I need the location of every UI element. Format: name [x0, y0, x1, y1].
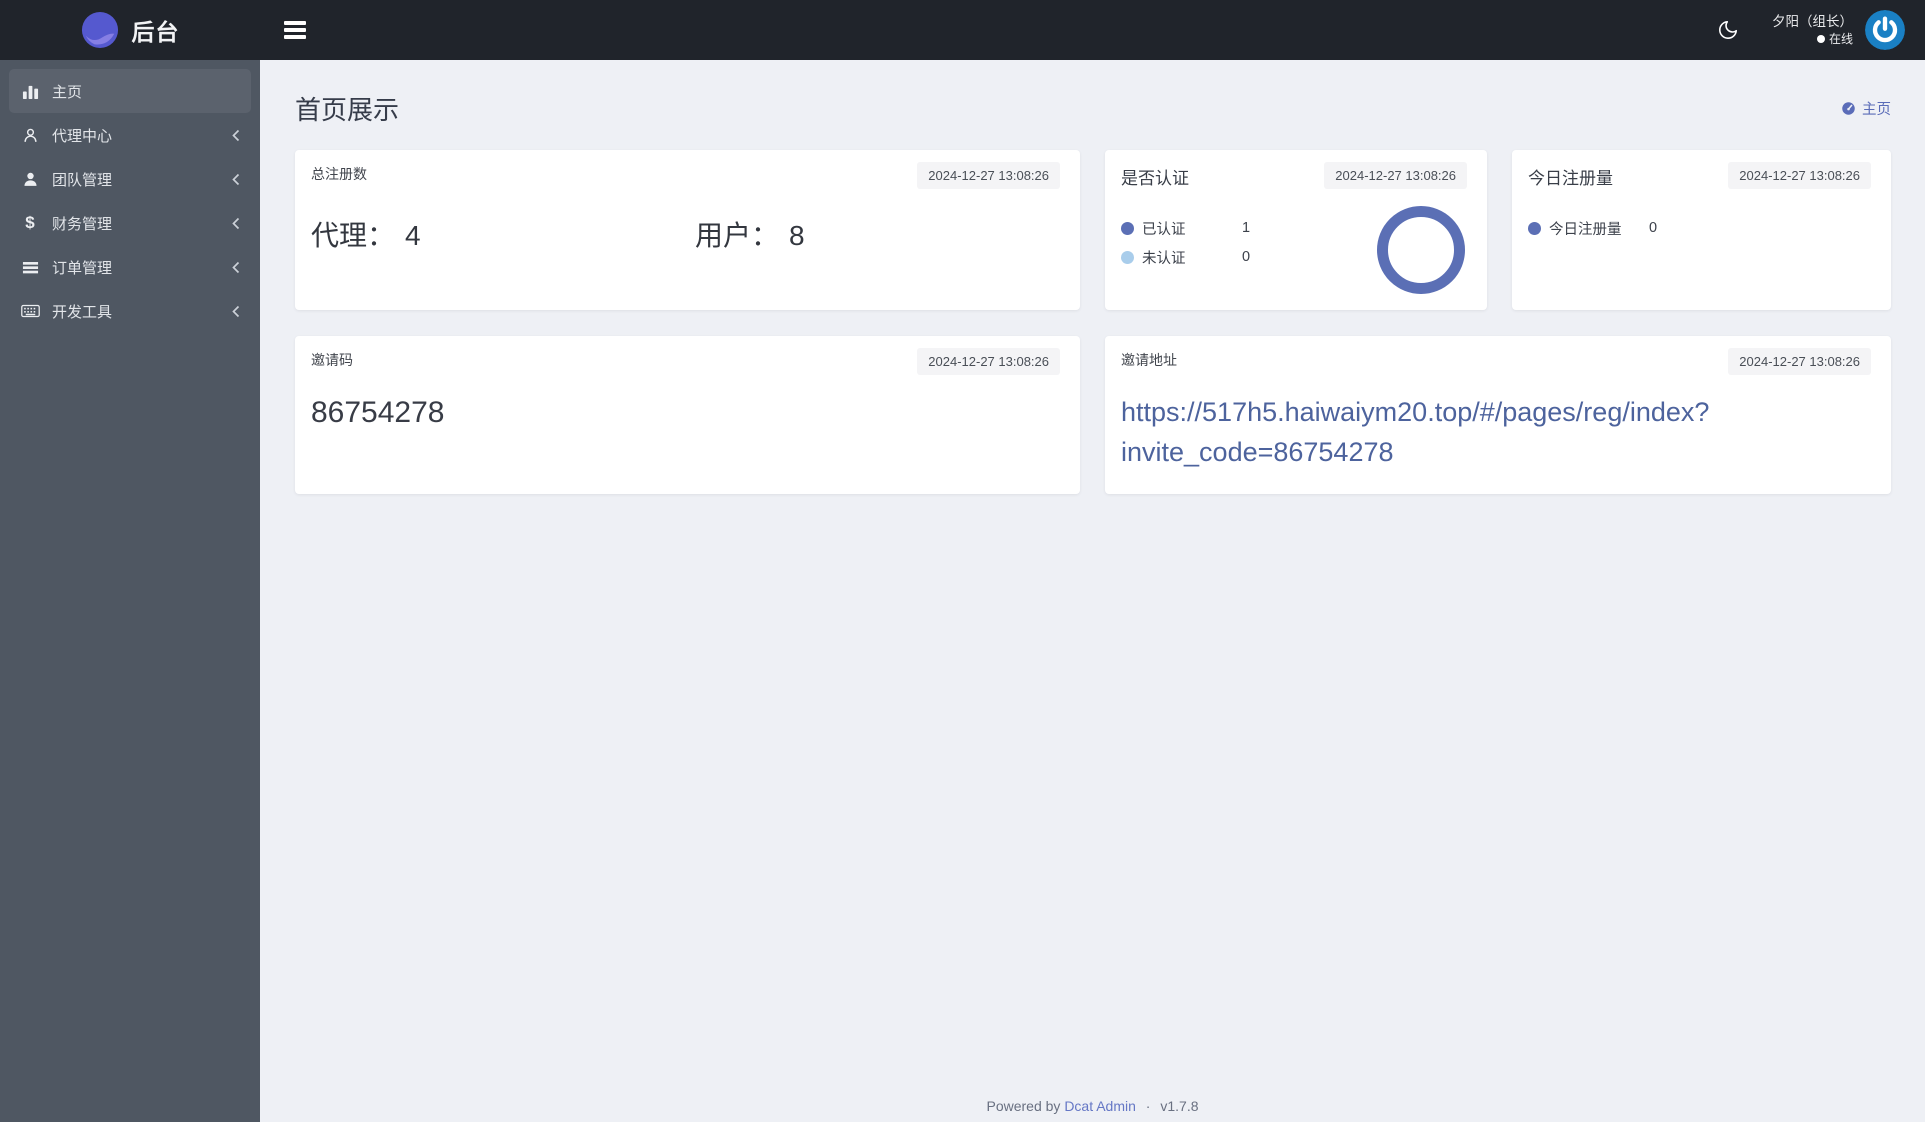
- chevron-left-icon: [232, 129, 240, 142]
- top-navbar: 后台 夕阳（组长） 在线: [0, 0, 1925, 60]
- chevron-left-icon: [232, 173, 240, 186]
- card-auth-status: 是否认证 2024-12-27 13:08:26 已认证 1 未认证 0: [1105, 150, 1487, 310]
- invite-code-value: 86754278: [311, 396, 445, 429]
- sidebar-item-order-management[interactable]: 订单管理: [0, 245, 260, 289]
- navbar-right: 夕阳（组长） 在线: [1706, 10, 1925, 50]
- bar-chart-icon: [20, 83, 40, 100]
- card-invite-code: 邀请码 2024-12-27 13:08:26 86754278: [295, 336, 1080, 494]
- cards-row-2: 邀请码 2024-12-27 13:08:26 86754278 邀请地址 20…: [295, 336, 1891, 494]
- cards-row-1: 总注册数 2024-12-27 13:08:26 代理： 4 用户： 8 是否认…: [295, 150, 1891, 310]
- sidebar-item-team-management[interactable]: 团队管理: [0, 157, 260, 201]
- footer-powered-text: Powered by: [986, 1098, 1061, 1114]
- dcat-admin-link[interactable]: Dcat Admin: [1064, 1098, 1136, 1114]
- online-status-dot-icon: [1816, 35, 1825, 43]
- chevron-left-icon: [232, 305, 240, 318]
- registration-stats: 代理： 4 用户： 8: [311, 214, 1064, 254]
- timestamp-badge: 2024-12-27 13:08:26: [917, 348, 1060, 375]
- sidebar-item-finance-management[interactable]: $ 财务管理: [0, 201, 260, 245]
- card-today-registrations: 今日注册量 2024-12-27 13:08:26 今日注册量 0: [1512, 150, 1891, 310]
- breadcrumb-home[interactable]: 主页: [1862, 98, 1891, 119]
- legend-dot-icon: [1528, 221, 1541, 235]
- legend-dot-icon: [1121, 221, 1134, 235]
- timestamp-badge: 2024-12-27 13:08:26: [917, 162, 1060, 189]
- footer-version: v1.7.8: [1160, 1098, 1199, 1114]
- chevron-left-icon: [232, 217, 240, 230]
- dashboard-icon: [1841, 101, 1856, 116]
- user-avatar[interactable]: [1865, 10, 1905, 50]
- auth-donut-chart: [1377, 206, 1465, 294]
- sidebar-item-agent-center[interactable]: 代理中心: [0, 113, 260, 157]
- page-title: 首页展示: [295, 95, 400, 125]
- app-logo-area[interactable]: 后台: [0, 0, 260, 60]
- user-name: 夕阳（组长）: [1772, 14, 1853, 29]
- page-header: 首页展示 主页: [295, 90, 1891, 127]
- footer: Powered by Dcat Admin · v1.7.8: [260, 1098, 1925, 1114]
- dark-mode-toggle[interactable]: [1706, 10, 1750, 50]
- card-invite-url: 邀请地址 2024-12-27 13:08:26 https://517h5.h…: [1105, 336, 1891, 494]
- list-icon: [20, 259, 40, 276]
- card-total-registrations: 总注册数 2024-12-27 13:08:26 代理： 4 用户： 8: [295, 150, 1080, 310]
- timestamp-badge: 2024-12-27 13:08:26: [1728, 348, 1871, 375]
- sidebar-toggle-button[interactable]: [284, 20, 310, 40]
- user-status: 在线: [1772, 31, 1853, 47]
- invite-url-link[interactable]: https://517h5.haiwaiym20.top/#/pages/reg…: [1121, 392, 1821, 472]
- app-title: 后台: [131, 19, 180, 45]
- legend-dot-icon: [1121, 250, 1134, 264]
- sidebar-item-home[interactable]: 主页: [9, 69, 251, 113]
- dollar-icon: $: [25, 213, 35, 232]
- breadcrumb[interactable]: 主页: [1841, 98, 1891, 119]
- today-legend: 今日注册量 0: [1528, 216, 1875, 240]
- legend-item-today: 今日注册量 0: [1528, 216, 1875, 240]
- footer-separator: ·: [1145, 1098, 1151, 1114]
- main-content: 首页展示 主页 总注册数 2024-12-27 13:08:26 代理： 4 用…: [260, 60, 1925, 1122]
- chevron-left-icon: [232, 261, 240, 274]
- team-icon: [20, 171, 40, 188]
- keyboard-icon: [20, 304, 40, 318]
- agent-count: 代理： 4: [311, 220, 421, 251]
- person-icon: [20, 127, 40, 144]
- user-count: 用户： 8: [695, 220, 805, 251]
- user-menu[interactable]: 夕阳（组长） 在线: [1772, 13, 1853, 47]
- sidebar-item-dev-tools[interactable]: 开发工具: [0, 289, 260, 333]
- timestamp-badge: 2024-12-27 13:08:26: [1324, 162, 1467, 189]
- sidebar: 主页 代理中心 团队管理 $ 财务管理 订单管理 开发工具: [0, 60, 260, 1122]
- app-logo-icon: [81, 11, 119, 49]
- moon-icon: [1717, 19, 1739, 41]
- timestamp-badge: 2024-12-27 13:08:26: [1728, 162, 1871, 189]
